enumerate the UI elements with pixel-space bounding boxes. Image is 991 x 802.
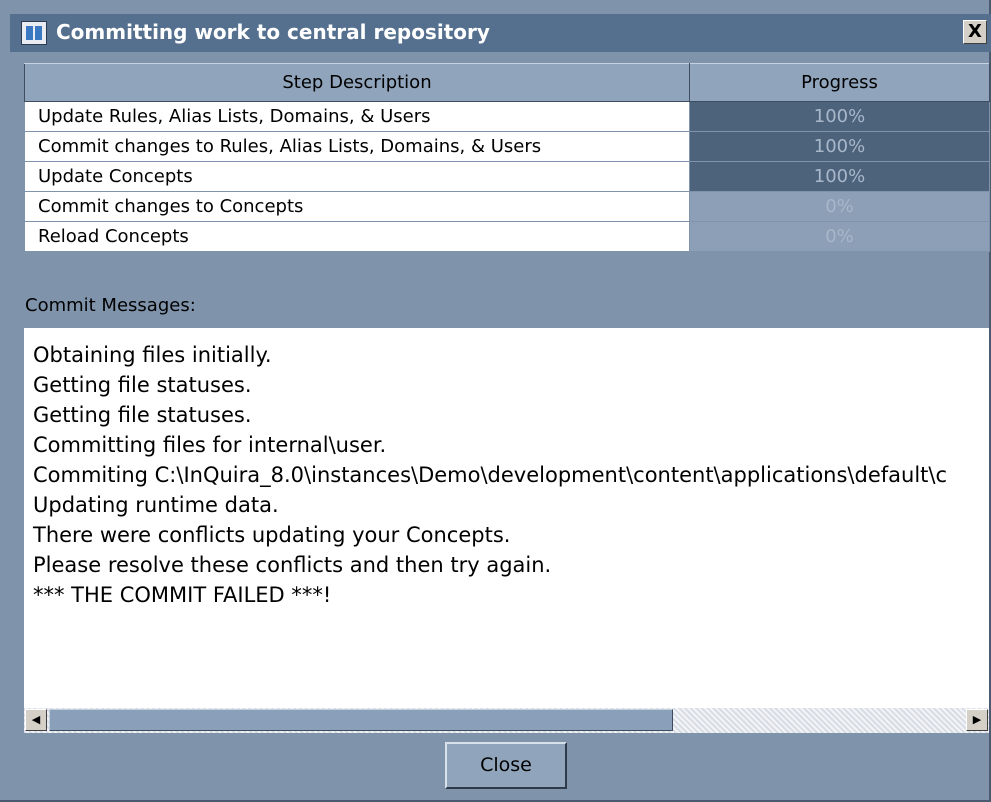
- step-description: Update Rules, Alias Lists, Domains, & Us…: [24, 101, 690, 132]
- table-row[interactable]: Update Concepts 100%: [24, 161, 990, 192]
- message-line: Committing files for internal\user.: [33, 433, 387, 457]
- step-description: Commit changes to Concepts: [24, 191, 690, 222]
- app-icon: [21, 21, 47, 45]
- table-row[interactable]: Commit changes to Concepts 0%: [24, 191, 990, 222]
- column-header-step[interactable]: Step Description: [24, 63, 690, 102]
- progress-percent: 100%: [813, 166, 866, 187]
- horizontal-scrollbar[interactable]: ◀ ▶: [24, 708, 989, 733]
- close-icon[interactable]: X: [963, 20, 987, 44]
- commit-dialog: Committing work to central repository X …: [0, 0, 991, 802]
- column-header-progress[interactable]: Progress: [689, 63, 990, 102]
- scroll-right-icon[interactable]: ▶: [966, 709, 988, 731]
- step-description: Update Concepts: [24, 161, 690, 192]
- progress-percent: 100%: [813, 106, 866, 127]
- commit-messages-area[interactable]: Obtaining files initially. Getting file s…: [24, 328, 989, 708]
- message-line: Obtaining files initially.: [33, 343, 272, 367]
- scroll-thumb[interactable]: [49, 709, 673, 731]
- table-row[interactable]: Update Rules, Alias Lists, Domains, & Us…: [24, 101, 990, 132]
- message-line: *** THE COMMIT FAILED ***!: [33, 583, 332, 607]
- window-title: Committing work to central repository: [56, 20, 490, 44]
- step-description: Reload Concepts: [24, 221, 690, 252]
- message-line: Commiting C:\InQuira_8.0\instances\Demo\…: [33, 463, 948, 487]
- scroll-left-icon[interactable]: ◀: [25, 709, 47, 731]
- message-line: Getting file statuses.: [33, 403, 252, 427]
- message-line: Updating runtime data.: [33, 493, 279, 517]
- message-line: Please resolve these conflicts and then …: [33, 553, 552, 577]
- table-row[interactable]: Reload Concepts 0%: [24, 221, 990, 252]
- step-progress-bar: 100%: [689, 161, 990, 192]
- table-row[interactable]: Commit changes to Rules, Alias Lists, Do…: [24, 131, 990, 162]
- close-button[interactable]: Close: [445, 742, 567, 789]
- message-line: There were conflicts updating your Conce…: [33, 523, 511, 547]
- step-progress-bar: 0%: [689, 191, 990, 222]
- step-description: Commit changes to Rules, Alias Lists, Do…: [24, 131, 690, 162]
- step-progress-bar: 100%: [689, 131, 990, 162]
- table-header-row: Step Description Progress: [24, 63, 990, 102]
- title-bar[interactable]: Committing work to central repository X: [10, 14, 991, 52]
- step-progress-bar: 0%: [689, 221, 990, 252]
- progress-percent: 100%: [813, 136, 866, 157]
- progress-table: Step Description Progress Update Rules, …: [24, 63, 990, 252]
- progress-percent: 0%: [825, 226, 854, 247]
- messages-label: Commit Messages:: [25, 295, 196, 316]
- message-line: Getting file statuses.: [33, 373, 252, 397]
- step-progress-bar: 100%: [689, 101, 990, 132]
- progress-percent: 0%: [825, 196, 854, 217]
